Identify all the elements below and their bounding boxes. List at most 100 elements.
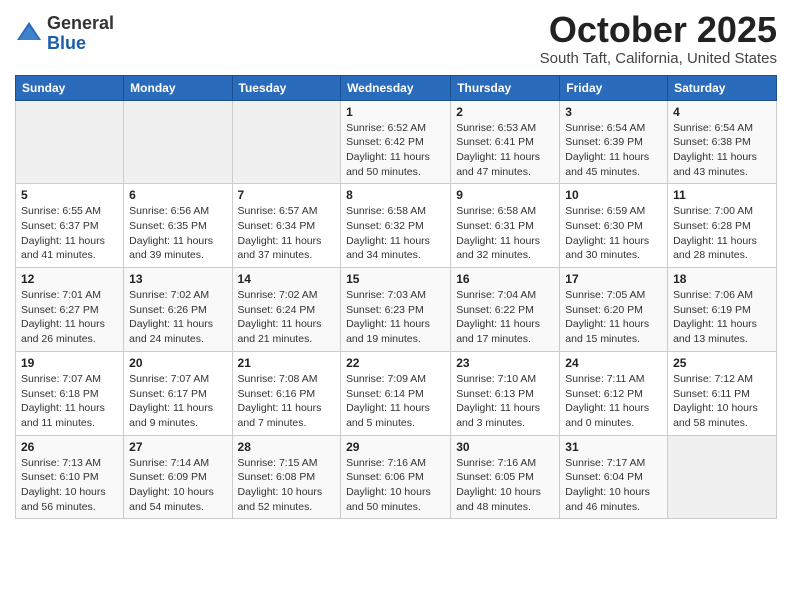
calendar-cell: 2Sunrise: 6:53 AM Sunset: 6:41 PM Daylig… <box>451 100 560 184</box>
day-number: 14 <box>238 272 336 286</box>
calendar-table: SundayMondayTuesdayWednesdayThursdayFrid… <box>15 75 777 520</box>
day-number: 11 <box>673 188 771 202</box>
calendar-cell: 7Sunrise: 6:57 AM Sunset: 6:34 PM Daylig… <box>232 184 341 268</box>
location-subtitle: South Taft, California, United States <box>540 50 777 67</box>
calendar-week-1: 1 Sunrise: 6:52 AM Sunset: 6:42 PM Daylig… <box>16 100 777 184</box>
day-info: Sunrise: 7:01 AM Sunset: 6:27 PM Dayligh… <box>21 288 118 347</box>
day-number: 25 <box>673 356 771 370</box>
calendar-week-3: 12 Sunrise: 7:01 AM Sunset: 6:27 PM Dayli… <box>16 268 777 352</box>
calendar-cell: 11 Sunrise: 7:00 AM Sunset: 6:28 PM Dayli… <box>668 184 777 268</box>
calendar-cell: 8Sunrise: 6:58 AM Sunset: 6:32 PM Daylig… <box>341 184 451 268</box>
calendar-cell: 22 Sunrise: 7:09 AM Sunset: 6:14 PM Dayli… <box>341 351 451 435</box>
calendar-cell: 13 Sunrise: 7:02 AM Sunset: 6:26 PM Dayli… <box>124 268 232 352</box>
day-info: Sunrise: 7:07 AM Sunset: 6:17 PM Dayligh… <box>129 372 226 431</box>
day-number: 3 <box>565 105 662 119</box>
day-number: 27 <box>129 440 226 454</box>
day-number: 29 <box>346 440 445 454</box>
day-number: 13 <box>129 272 226 286</box>
day-number: 23 <box>456 356 554 370</box>
day-info: Sunrise: 7:11 AM Sunset: 6:12 PM Dayligh… <box>565 372 662 431</box>
day-info: Sunrise: 7:00 AM Sunset: 6:28 PM Dayligh… <box>673 204 771 263</box>
day-number: 21 <box>238 356 336 370</box>
calendar-cell: 6 Sunrise: 6:56 AM Sunset: 6:35 PM Daylig… <box>124 184 232 268</box>
day-info: Sunrise: 7:06 AM Sunset: 6:19 PM Dayligh… <box>673 288 771 347</box>
day-number: 24 <box>565 356 662 370</box>
calendar-week-4: 19 Sunrise: 7:07 AM Sunset: 6:18 PM Dayli… <box>16 351 777 435</box>
weekday-header-wednesday: Wednesday <box>341 75 451 100</box>
day-number: 28 <box>238 440 336 454</box>
calendar-cell: 27 Sunrise: 7:14 AM Sunset: 6:09 PM Dayli… <box>124 435 232 519</box>
calendar-cell: 26 Sunrise: 7:13 AM Sunset: 6:10 PM Dayli… <box>16 435 124 519</box>
day-number: 16 <box>456 272 554 286</box>
calendar-cell: 4Sunrise: 6:54 AM Sunset: 6:38 PM Daylig… <box>668 100 777 184</box>
calendar-cell: 18 Sunrise: 7:06 AM Sunset: 6:19 PM Dayli… <box>668 268 777 352</box>
day-info: Sunrise: 7:10 AM Sunset: 6:13 PM Dayligh… <box>456 372 554 431</box>
calendar-cell: 3 Sunrise: 6:54 AM Sunset: 6:39 PM Daylig… <box>560 100 668 184</box>
weekday-header-tuesday: Tuesday <box>232 75 341 100</box>
calendar-cell: 31 Sunrise: 7:17 AM Sunset: 6:04 PM Dayli… <box>560 435 668 519</box>
day-info: Sunrise: 7:05 AM Sunset: 6:20 PM Dayligh… <box>565 288 662 347</box>
day-number: 20 <box>129 356 226 370</box>
weekday-header-row: SundayMondayTuesdayWednesdayThursdayFrid… <box>16 75 777 100</box>
day-info: Sunrise: 6:58 AM Sunset: 6:32 PM Dayligh… <box>346 204 445 263</box>
day-info: Sunrise: 6:52 AM Sunset: 6:42 PM Dayligh… <box>346 121 445 180</box>
day-info: Sunrise: 7:09 AM Sunset: 6:14 PM Dayligh… <box>346 372 445 431</box>
day-number: 17 <box>565 272 662 286</box>
day-number: 30 <box>456 440 554 454</box>
day-number: 19 <box>21 356 118 370</box>
calendar-cell <box>232 100 341 184</box>
calendar-cell <box>668 435 777 519</box>
day-info: Sunrise: 7:04 AM Sunset: 6:22 PM Dayligh… <box>456 288 554 347</box>
day-info: Sunrise: 7:17 AM Sunset: 6:04 PM Dayligh… <box>565 456 662 515</box>
calendar-cell: 21 Sunrise: 7:08 AM Sunset: 6:16 PM Dayli… <box>232 351 341 435</box>
calendar-cell: 20 Sunrise: 7:07 AM Sunset: 6:17 PM Dayli… <box>124 351 232 435</box>
calendar-cell: 23 Sunrise: 7:10 AM Sunset: 6:13 PM Dayli… <box>451 351 560 435</box>
day-number: 18 <box>673 272 771 286</box>
calendar-cell: 30 Sunrise: 7:16 AM Sunset: 6:05 PM Dayli… <box>451 435 560 519</box>
calendar-cell: 12 Sunrise: 7:01 AM Sunset: 6:27 PM Dayli… <box>16 268 124 352</box>
calendar-cell <box>16 100 124 184</box>
calendar-cell: 14Sunrise: 7:02 AM Sunset: 6:24 PM Dayli… <box>232 268 341 352</box>
calendar-cell: 24 Sunrise: 7:11 AM Sunset: 6:12 PM Dayli… <box>560 351 668 435</box>
day-number: 31 <box>565 440 662 454</box>
weekday-header-friday: Friday <box>560 75 668 100</box>
day-number: 12 <box>21 272 118 286</box>
logo-general-text: General <box>47 13 114 33</box>
calendar-cell: 17 Sunrise: 7:05 AM Sunset: 6:20 PM Dayli… <box>560 268 668 352</box>
day-info: Sunrise: 7:02 AM Sunset: 6:26 PM Dayligh… <box>129 288 226 347</box>
calendar-week-5: 26 Sunrise: 7:13 AM Sunset: 6:10 PM Dayli… <box>16 435 777 519</box>
day-info: Sunrise: 6:57 AM Sunset: 6:34 PM Dayligh… <box>238 204 336 263</box>
calendar-cell: 19 Sunrise: 7:07 AM Sunset: 6:18 PM Dayli… <box>16 351 124 435</box>
calendar-cell: 5Sunrise: 6:55 AM Sunset: 6:37 PM Daylig… <box>16 184 124 268</box>
day-info: Sunrise: 7:07 AM Sunset: 6:18 PM Dayligh… <box>21 372 118 431</box>
calendar-cell: 10 Sunrise: 6:59 AM Sunset: 6:30 PM Dayli… <box>560 184 668 268</box>
day-number: 4 <box>673 105 771 119</box>
day-info: Sunrise: 6:58 AM Sunset: 6:31 PM Dayligh… <box>456 204 554 263</box>
day-number: 15 <box>346 272 445 286</box>
calendar-cell: 29 Sunrise: 7:16 AM Sunset: 6:06 PM Dayli… <box>341 435 451 519</box>
calendar-cell: 15Sunrise: 7:03 AM Sunset: 6:23 PM Dayli… <box>341 268 451 352</box>
day-info: Sunrise: 6:59 AM Sunset: 6:30 PM Dayligh… <box>565 204 662 263</box>
day-info: Sunrise: 6:54 AM Sunset: 6:39 PM Dayligh… <box>565 121 662 180</box>
calendar-cell <box>124 100 232 184</box>
weekday-header-sunday: Sunday <box>16 75 124 100</box>
day-number: 10 <box>565 188 662 202</box>
day-number: 1 <box>346 105 445 119</box>
day-number: 2 <box>456 105 554 119</box>
day-info: Sunrise: 7:13 AM Sunset: 6:10 PM Dayligh… <box>21 456 118 515</box>
day-info: Sunrise: 7:16 AM Sunset: 6:06 PM Dayligh… <box>346 456 445 515</box>
day-number: 26 <box>21 440 118 454</box>
day-number: 22 <box>346 356 445 370</box>
logo: General Blue <box>15 14 114 54</box>
day-info: Sunrise: 6:56 AM Sunset: 6:35 PM Dayligh… <box>129 204 226 263</box>
day-info: Sunrise: 7:08 AM Sunset: 6:16 PM Dayligh… <box>238 372 336 431</box>
day-number: 6 <box>129 188 226 202</box>
calendar-cell: 28Sunrise: 7:15 AM Sunset: 6:08 PM Dayli… <box>232 435 341 519</box>
header: General Blue October 2025 South Taft, Ca… <box>15 10 777 67</box>
day-info: Sunrise: 7:16 AM Sunset: 6:05 PM Dayligh… <box>456 456 554 515</box>
calendar-cell: 1 Sunrise: 6:52 AM Sunset: 6:42 PM Daylig… <box>341 100 451 184</box>
day-info: Sunrise: 7:14 AM Sunset: 6:09 PM Dayligh… <box>129 456 226 515</box>
month-title: October 2025 <box>540 10 777 50</box>
day-info: Sunrise: 7:12 AM Sunset: 6:11 PM Dayligh… <box>673 372 771 431</box>
day-number: 9 <box>456 188 554 202</box>
